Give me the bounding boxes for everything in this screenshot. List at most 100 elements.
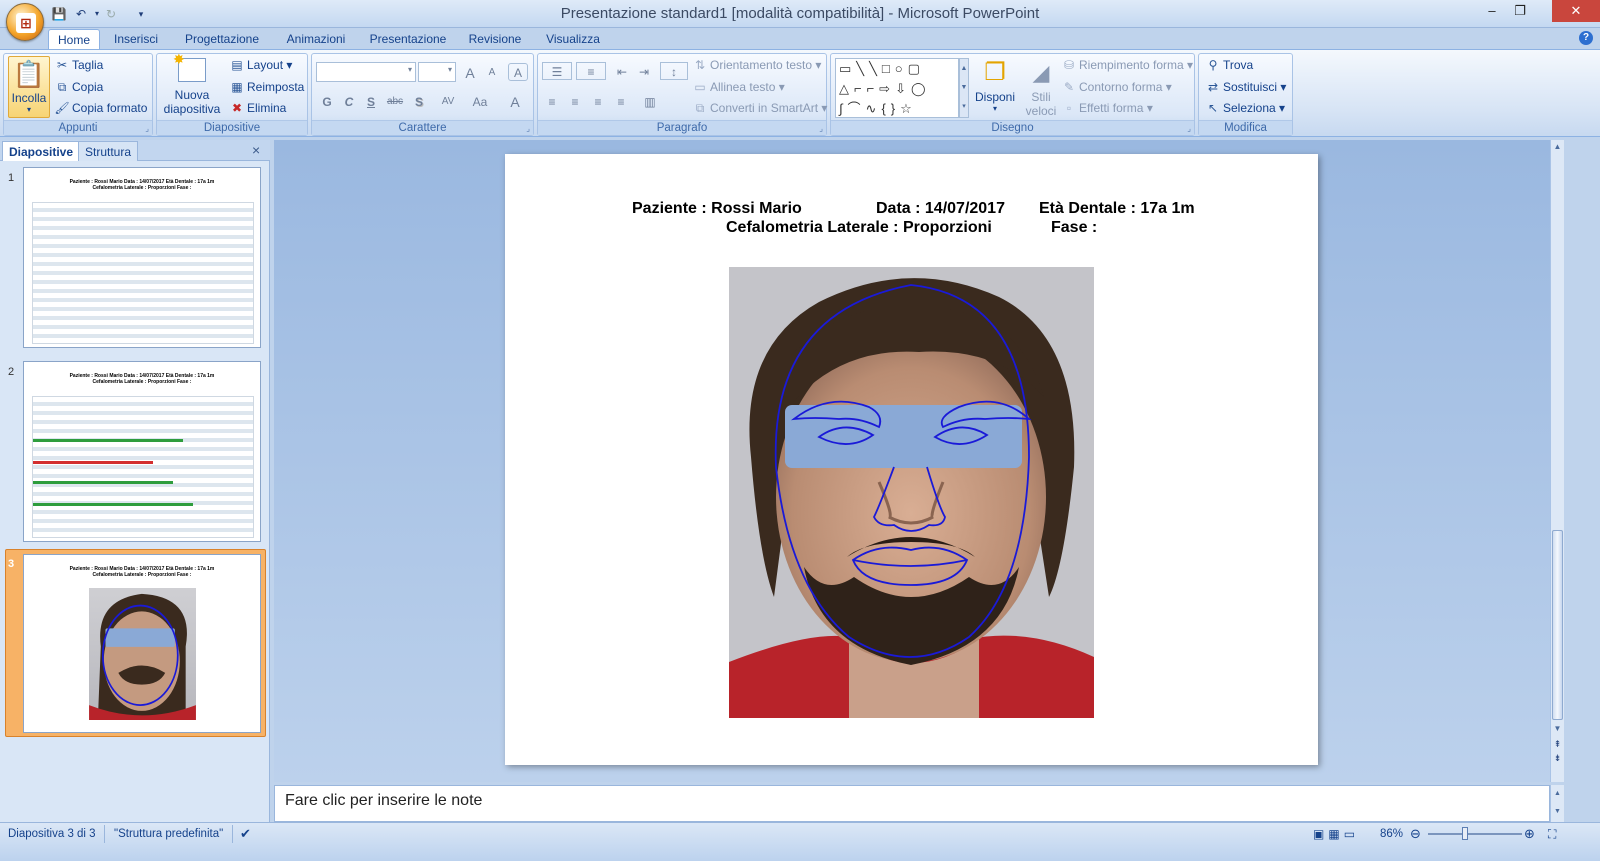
arrange-label: Disponi: [974, 90, 1016, 104]
strikethrough-button[interactable]: abc: [385, 92, 405, 110]
zoom-slider-thumb[interactable]: [1462, 827, 1468, 840]
shapes-row-2: △⌐⌐⇨⇩◯: [839, 81, 931, 96]
find-button[interactable]: ⚲ Trova: [1205, 56, 1254, 75]
layout-button[interactable]: ▤ Layout ▾: [229, 56, 292, 75]
notes-pane[interactable]: Fare clic per inserire le note: [274, 785, 1550, 822]
italic-button[interactable]: C: [339, 92, 359, 110]
zoom-in-icon[interactable]: ⊕: [1524, 826, 1535, 842]
columns-icon[interactable]: ▥: [636, 92, 664, 110]
spelling-check-icon[interactable]: ✔: [240, 826, 251, 842]
bold-button[interactable]: G: [317, 92, 337, 110]
zoom-slider-track[interactable]: [1428, 833, 1522, 835]
cut-button[interactable]: ✂ Taglia: [54, 56, 103, 75]
shrink-font-button[interactable]: A: [482, 63, 502, 81]
vertical-scrollbar[interactable]: ▲ ▼ ⇞ ⇟: [1550, 140, 1564, 782]
minimize-button[interactable]: –: [1478, 0, 1506, 22]
scroll-thumb[interactable]: [1552, 530, 1563, 720]
patient-photo[interactable]: [729, 267, 1094, 718]
zoom-out-icon[interactable]: ⊖: [1410, 826, 1421, 842]
zoom-level[interactable]: 86%: [1380, 826, 1403, 842]
slide-thumbnail-1[interactable]: Paziente : Rossi Mario Data : 14/07/2017…: [23, 167, 261, 348]
decrease-indent-icon[interactable]: ⇤: [612, 62, 632, 80]
chevron-down-icon: ▾: [992, 104, 997, 113]
notes-scrollbar[interactable]: ▲ ▼: [1550, 785, 1564, 822]
restore-button[interactable]: ❐: [1506, 0, 1534, 22]
delete-slide-button[interactable]: ✖ Elimina: [229, 99, 286, 118]
paste-button[interactable]: 📋 Incolla ▾: [8, 56, 50, 118]
tab-outline[interactable]: Struttura: [78, 141, 139, 161]
scroll-up-icon[interactable]: ▲: [1552, 142, 1563, 151]
font-name-select[interactable]: ▾: [316, 62, 416, 82]
reset-button[interactable]: ▦ Reimposta: [229, 78, 304, 97]
copy-button[interactable]: ⧉ Copia: [54, 78, 104, 97]
scroll-down-icon[interactable]: ▼: [1552, 724, 1563, 733]
font-size-select[interactable]: ▾: [418, 62, 456, 82]
slide[interactable]: Paziente : Rossi Mario Data : 14/07/2017…: [505, 154, 1318, 765]
tab-slides[interactable]: Diapositive: [2, 141, 81, 161]
next-slide-icon[interactable]: ⇟: [1552, 754, 1563, 763]
dialog-launcher-icon[interactable]: ⌟: [1187, 124, 1191, 133]
format-painter-button[interactable]: 🖌 Copia formato: [54, 99, 147, 118]
new-slide-button[interactable]: ✸ Nuova diapositiva ▾: [163, 51, 221, 130]
line-spacing-icon[interactable]: ↕: [660, 62, 688, 80]
office-button[interactable]: ⊞: [6, 3, 44, 41]
dialog-launcher-icon[interactable]: ⌟: [819, 124, 823, 133]
shape-outline-button[interactable]: ✎ Contorno forma ▾: [1061, 78, 1172, 97]
increase-indent-icon[interactable]: ⇥: [634, 62, 654, 80]
cut-label: Taglia: [72, 58, 104, 72]
group-label-modifica: Modifica: [1199, 120, 1292, 135]
shapes-gallery[interactable]: ▭╲╲□○▢ △⌐⌐⇨⇩◯ ∫⌒∿{}☆: [835, 58, 959, 118]
justify-icon[interactable]: ≡: [611, 92, 631, 110]
slide-number-1: 1: [8, 172, 15, 184]
tab-presentazione[interactable]: Presentazione: [364, 29, 452, 50]
slide-sorter-icon[interactable]: ▦: [1328, 827, 1343, 841]
arrange-button[interactable]: ❐ Disponi ▾: [973, 56, 1017, 118]
bullets-icon[interactable]: ☰: [542, 62, 572, 80]
underline-button[interactable]: S: [361, 92, 381, 110]
reset-label: Reimposta: [247, 80, 305, 94]
help-icon[interactable]: ?: [1579, 31, 1593, 45]
clear-format-button[interactable]: A: [508, 63, 528, 81]
align-text-button[interactable]: ▭ Allinea testo ▾: [692, 78, 784, 97]
close-panel-icon[interactable]: ×: [252, 142, 260, 158]
fit-to-window-icon[interactable]: ⛶: [1548, 826, 1556, 842]
quick-styles-button[interactable]: ◢ Stili veloci ▾: [1021, 56, 1061, 132]
text-direction-button[interactable]: ⇅ Orientamento testo ▾: [692, 56, 821, 75]
save-icon[interactable]: 💾: [50, 5, 68, 23]
ribbon: 📋 Incolla ▾ ✂ Taglia ⧉ Copia 🖌 Copia format…: [0, 49, 1600, 137]
align-center-icon[interactable]: ≡: [565, 92, 585, 110]
grow-font-button[interactable]: A: [460, 63, 480, 81]
theme-name[interactable]: "Struttura predefinita": [114, 826, 223, 842]
align-left-icon[interactable]: ≡: [542, 92, 562, 110]
replace-button[interactable]: ⇄ Sostituisci ▾: [1205, 78, 1286, 97]
change-case-button[interactable]: Aa: [465, 92, 495, 110]
font-color-button[interactable]: A: [501, 92, 529, 110]
shape-effects-button[interactable]: ▫ Effetti forma ▾: [1061, 99, 1153, 118]
shapes-scroll[interactable]: ▲ ▼ ▾: [959, 58, 969, 118]
tab-inserisci[interactable]: Inserisci: [106, 29, 166, 50]
group-paragrafo: ☰ ≡ ⇤ ⇥ ↕ ≡ ≡ ≡ ≡ ▥ ⇅ Orientamento testo …: [537, 53, 827, 136]
tab-animazioni[interactable]: Animazioni: [278, 29, 354, 50]
character-spacing-button[interactable]: AV: [433, 92, 463, 110]
previous-slide-icon[interactable]: ⇞: [1552, 740, 1563, 749]
slideshow-icon[interactable]: ▭: [1344, 827, 1359, 841]
align-right-icon[interactable]: ≡: [588, 92, 608, 110]
numbering-icon[interactable]: ≡: [576, 62, 606, 80]
redo-icon[interactable]: ↻: [102, 5, 120, 23]
tab-revisione[interactable]: Revisione: [462, 29, 528, 50]
close-button[interactable]: ✕: [1552, 0, 1600, 22]
customize-quick-access-icon[interactable]: ▾: [132, 5, 150, 23]
select-button[interactable]: ↖ Seleziona ▾: [1205, 99, 1285, 118]
thumb-header: Paziente : Rossi Mario Data : 14/07/2017…: [69, 373, 215, 385]
normal-view-icon[interactable]: ▣: [1313, 827, 1328, 841]
tab-progettazione[interactable]: Progettazione: [178, 29, 266, 50]
shape-fill-button[interactable]: ⛁ Riempimento forma ▾: [1061, 56, 1193, 75]
tab-visualizza[interactable]: Visualizza: [538, 29, 608, 50]
tab-home[interactable]: Home: [48, 29, 100, 50]
shadow-button[interactable]: S: [409, 92, 429, 110]
dialog-launcher-icon[interactable]: ⌟: [526, 124, 530, 133]
dialog-launcher-icon[interactable]: ⌟: [145, 124, 149, 133]
slide-thumbnail-2[interactable]: Paziente : Rossi Mario Data : 14/07/2017…: [23, 361, 261, 542]
slide-thumbnail-3[interactable]: Paziente : Rossi Mario Data : 14/07/2017…: [23, 554, 261, 733]
smartart-button[interactable]: ⧉ Converti in SmartArt ▾: [692, 99, 828, 118]
